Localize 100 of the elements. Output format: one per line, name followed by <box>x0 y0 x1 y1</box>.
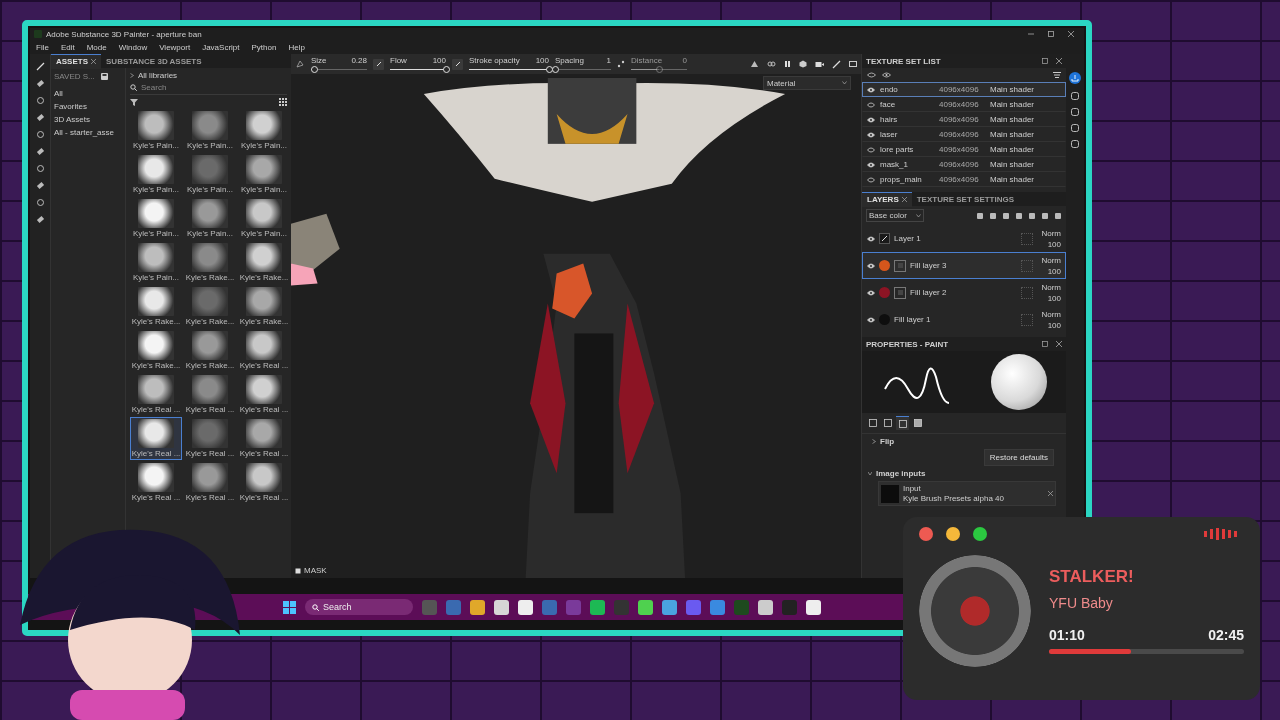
brush-alpha-item[interactable]: Kyle's Real ... <box>184 373 236 416</box>
close-icon[interactable] <box>1056 341 1062 347</box>
blend-mode[interactable]: Norm <box>1041 228 1061 238</box>
dots-icon[interactable] <box>617 60 625 68</box>
brush-alpha-item[interactable]: Kyle's Real ... <box>238 329 290 372</box>
layer-opacity[interactable]: 100 <box>1047 293 1061 303</box>
close-icon[interactable] <box>91 59 96 64</box>
cube-icon[interactable] <box>799 60 807 68</box>
maximize-icon[interactable] <box>1048 31 1054 37</box>
layer-opacity[interactable]: 100 <box>1047 239 1061 249</box>
taskbar-app-icon[interactable] <box>662 599 677 615</box>
chevron-right-icon[interactable] <box>130 73 134 78</box>
3d-viewport[interactable]: Material MASK <box>291 74 861 578</box>
taskbar-app-icon[interactable] <box>806 599 821 615</box>
export-icon[interactable] <box>1069 72 1081 84</box>
blend-mode[interactable]: Norm <box>1041 255 1061 265</box>
menu-item[interactable]: Edit <box>60 42 75 52</box>
menu-item[interactable]: Mode <box>86 42 107 52</box>
brush-alpha-item[interactable]: Kyle's Rake... <box>184 241 236 284</box>
library-filter[interactable]: 3D Assets <box>54 115 122 124</box>
brush-alpha-item[interactable]: Kyle's Pain... <box>130 241 182 284</box>
pause-icon[interactable] <box>784 60 791 68</box>
texture-set-row[interactable]: laser 4096x4096 Main shader <box>862 127 1066 142</box>
eraser-icon[interactable] <box>35 79 45 88</box>
brush-alpha-item[interactable]: Kyle's Rake... <box>238 285 290 328</box>
panel-tab[interactable]: LAYERS <box>862 191 912 207</box>
eye-icon[interactable] <box>867 131 875 138</box>
brush-alpha-item[interactable]: Kyle's Pain... <box>184 197 236 240</box>
panel-tab[interactable]: SUBSTANCE 3D ASSETS <box>101 54 207 68</box>
layer-row[interactable]: Fill layer 1 Norm 100 <box>862 306 1066 333</box>
pen-pressure-button[interactable] <box>452 58 463 70</box>
windows-start-icon[interactable] <box>283 600 296 614</box>
texture-set-row[interactable]: mask_1 4096x4096 Main shader <box>862 157 1066 172</box>
eye-icon[interactable] <box>867 161 875 168</box>
blend-mode[interactable]: Norm <box>1041 282 1061 292</box>
blend-mode[interactable]: Norm <box>1041 309 1061 319</box>
texture-set-row[interactable]: hairs 4096x4096 Main shader <box>862 112 1066 127</box>
eye-icon[interactable] <box>867 116 875 123</box>
checkbox-icon[interactable] <box>295 567 301 574</box>
taskbar-app-icon[interactable] <box>758 599 773 615</box>
taskbar-app-icon[interactable] <box>470 599 485 615</box>
filter-icon[interactable] <box>130 98 138 106</box>
camera-icon[interactable] <box>815 60 824 68</box>
brush-alpha-item[interactable]: Kyle's Real ... <box>184 461 236 504</box>
brush-preset-icon[interactable] <box>295 59 305 69</box>
taskbar-app-icon[interactable] <box>518 599 533 615</box>
brush-alpha-item[interactable]: Kyle's Real ... <box>130 461 182 504</box>
menu-item[interactable]: JavaScript <box>202 42 240 52</box>
layer-row[interactable]: Layer 1 Norm 100 <box>862 225 1066 252</box>
eye-icon[interactable] <box>867 289 875 296</box>
brush-alpha-item[interactable]: Kyle's Real ... <box>130 373 182 416</box>
image-input-slot[interactable]: Input Kyle Brush Presets alpha 40 <box>878 481 1056 506</box>
library-filter[interactable]: Favorites <box>54 102 122 111</box>
undock-icon[interactable] <box>1042 58 1048 64</box>
eye-icon[interactable] <box>867 235 875 242</box>
brush-alpha-item[interactable]: Kyle's Rake... <box>238 241 290 284</box>
library-filter[interactable]: All <box>54 89 122 98</box>
brush-alpha-item[interactable]: Kyle's Rake... <box>130 329 182 372</box>
mask-thumbnail[interactable] <box>894 259 906 272</box>
brush-alpha-item[interactable]: Kyle's Pain... <box>130 153 182 196</box>
brush-alpha-item[interactable]: Kyle's Rake... <box>184 285 236 328</box>
close-dot-icon[interactable] <box>919 527 933 541</box>
brush-alpha-item[interactable]: Kyle's Pain... <box>184 109 236 152</box>
symmetry-icon[interactable] <box>750 60 759 68</box>
maximize-dot-icon[interactable] <box>973 527 987 541</box>
close-icon[interactable] <box>1048 491 1053 496</box>
brush-alpha-item[interactable]: Kyle's Pain... <box>130 109 182 152</box>
library-filter[interactable]: All - starter_asse <box>54 128 122 137</box>
brush-alpha-item[interactable]: Kyle's Real ... <box>238 373 290 416</box>
taskbar-app-icon[interactable] <box>494 599 509 615</box>
section-header[interactable]: Flip <box>862 434 1066 449</box>
section-header[interactable]: Image inputs <box>862 466 1066 481</box>
screenshot-icon[interactable] <box>849 60 857 68</box>
save-icon[interactable] <box>100 73 108 80</box>
eye-icon[interactable] <box>867 262 875 269</box>
sort-icon[interactable] <box>1053 72 1061 78</box>
brush-alpha-item[interactable]: Kyle's Pain... <box>184 153 236 196</box>
brush-alpha-item[interactable]: Kyle's Rake... <box>130 285 182 328</box>
eye-settings-icon[interactable] <box>867 72 876 78</box>
brush-alpha-item[interactable]: Kyle's Rake... <box>184 329 236 372</box>
eye-icon[interactable] <box>882 72 891 78</box>
mask-thumbnail[interactable] <box>894 286 906 299</box>
menu-item[interactable]: Python <box>251 42 277 52</box>
grid-view-icon[interactable] <box>279 98 287 106</box>
close-icon[interactable] <box>1068 31 1074 37</box>
eye-outline-icon[interactable] <box>867 146 875 153</box>
eye-outline-icon[interactable] <box>867 176 875 183</box>
eye-outline-icon[interactable] <box>867 101 875 108</box>
layer-row[interactable]: Fill layer 2 Norm 100 <box>862 279 1066 306</box>
menu-item[interactable]: Window <box>118 42 148 52</box>
brush-alpha-item[interactable]: Kyle's Pain... <box>238 197 290 240</box>
eye-icon[interactable] <box>867 86 875 93</box>
texture-set-row[interactable]: props_main 4096x4096 Main shader <box>862 172 1066 187</box>
slider[interactable]: Spacing 1 <box>555 55 611 73</box>
close-icon[interactable] <box>1056 58 1062 64</box>
layer-opacity[interactable]: 100 <box>1047 320 1061 330</box>
taskbar-app-icon[interactable] <box>590 599 605 615</box>
brush-alpha-item[interactable]: Kyle's Real ... <box>130 417 182 460</box>
panel-tab[interactable]: TEXTURE SET SETTINGS <box>911 192 1020 206</box>
texture-set-row[interactable]: lore parts 4096x4096 Main shader <box>862 142 1066 157</box>
